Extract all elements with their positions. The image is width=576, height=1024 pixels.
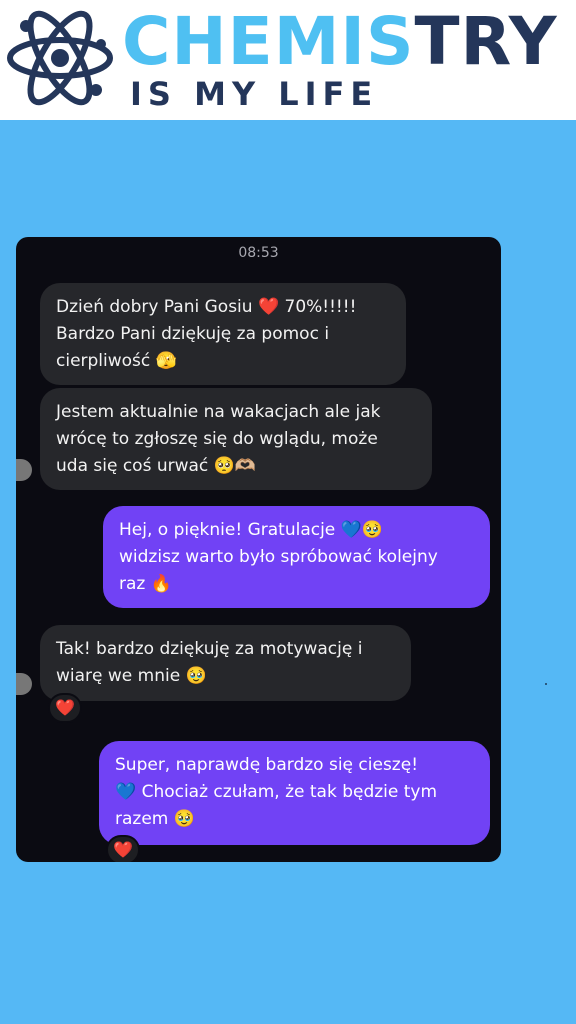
chat-screenshot: 08:53 Dzień dobry Pani Gosiu ❤️ 70%!!!!!… <box>16 237 501 862</box>
sender-avatar[interactable] <box>16 673 32 695</box>
brand-title-part2: TRY <box>414 3 558 80</box>
message-line: Hej, o pięknie! Gratulacje 💙🥹 <box>119 520 383 540</box>
sender-avatar[interactable] <box>16 459 32 481</box>
message-line: 💙 Chociaż czułam, że tak będzie tym <box>115 782 438 802</box>
brand-title-part1: CHEMIS <box>122 3 415 80</box>
atom-icon <box>7 10 113 106</box>
message-line: Jestem aktualnie na wakacjach ale jak <box>56 402 381 422</box>
message-line: cierpliwość 🫣 <box>56 351 177 371</box>
brand-subtitle: IS MY LIFE <box>130 75 379 113</box>
message-line: raz 🔥 <box>119 574 172 594</box>
incoming-message[interactable]: Jestem aktualnie na wakacjach ale jak wr… <box>40 388 432 490</box>
brand-header: CHEMISTRY IS MY LIFE <box>0 0 576 120</box>
message-line: Bardzo Pani dziękuję za pomoc i <box>56 324 330 344</box>
message-line: uda się coś urwać 🥺🫶🏼 <box>56 456 257 476</box>
message-timestamp: 08:53 <box>238 245 279 261</box>
incoming-message[interactable]: Tak! bardzo dziękuję za motywację i wiar… <box>40 625 411 701</box>
heart-reaction[interactable]: ❤️ <box>48 693 82 723</box>
outgoing-message[interactable]: Super, naprawdę bardzo się cieszę! 💙 Cho… <box>99 741 490 845</box>
message-line: Super, naprawdę bardzo się cieszę! <box>115 755 419 775</box>
outgoing-message[interactable]: Hej, o pięknie! Gratulacje 💙🥹 widzisz wa… <box>103 506 490 608</box>
message-line: Tak! bardzo dziękuję za motywację i <box>56 639 363 659</box>
message-line: widzisz warto było spróbować kolejny <box>119 547 438 567</box>
heart-reaction[interactable]: ❤️ <box>106 835 140 862</box>
incoming-message[interactable]: Dzień dobry Pani Gosiu ❤️ 70%!!!!! Bardz… <box>40 283 406 385</box>
message-line: wiarę we mnie 🥹 <box>56 666 207 686</box>
message-line: Dzień dobry Pani Gosiu ❤️ 70%!!!!! <box>56 297 357 317</box>
message-line: wrócę to zgłoszę się do wglądu, może <box>56 429 378 449</box>
stray-dot <box>545 683 547 685</box>
message-line: razem 🥹 <box>115 809 195 829</box>
brand-title: CHEMISTRY <box>122 2 558 82</box>
